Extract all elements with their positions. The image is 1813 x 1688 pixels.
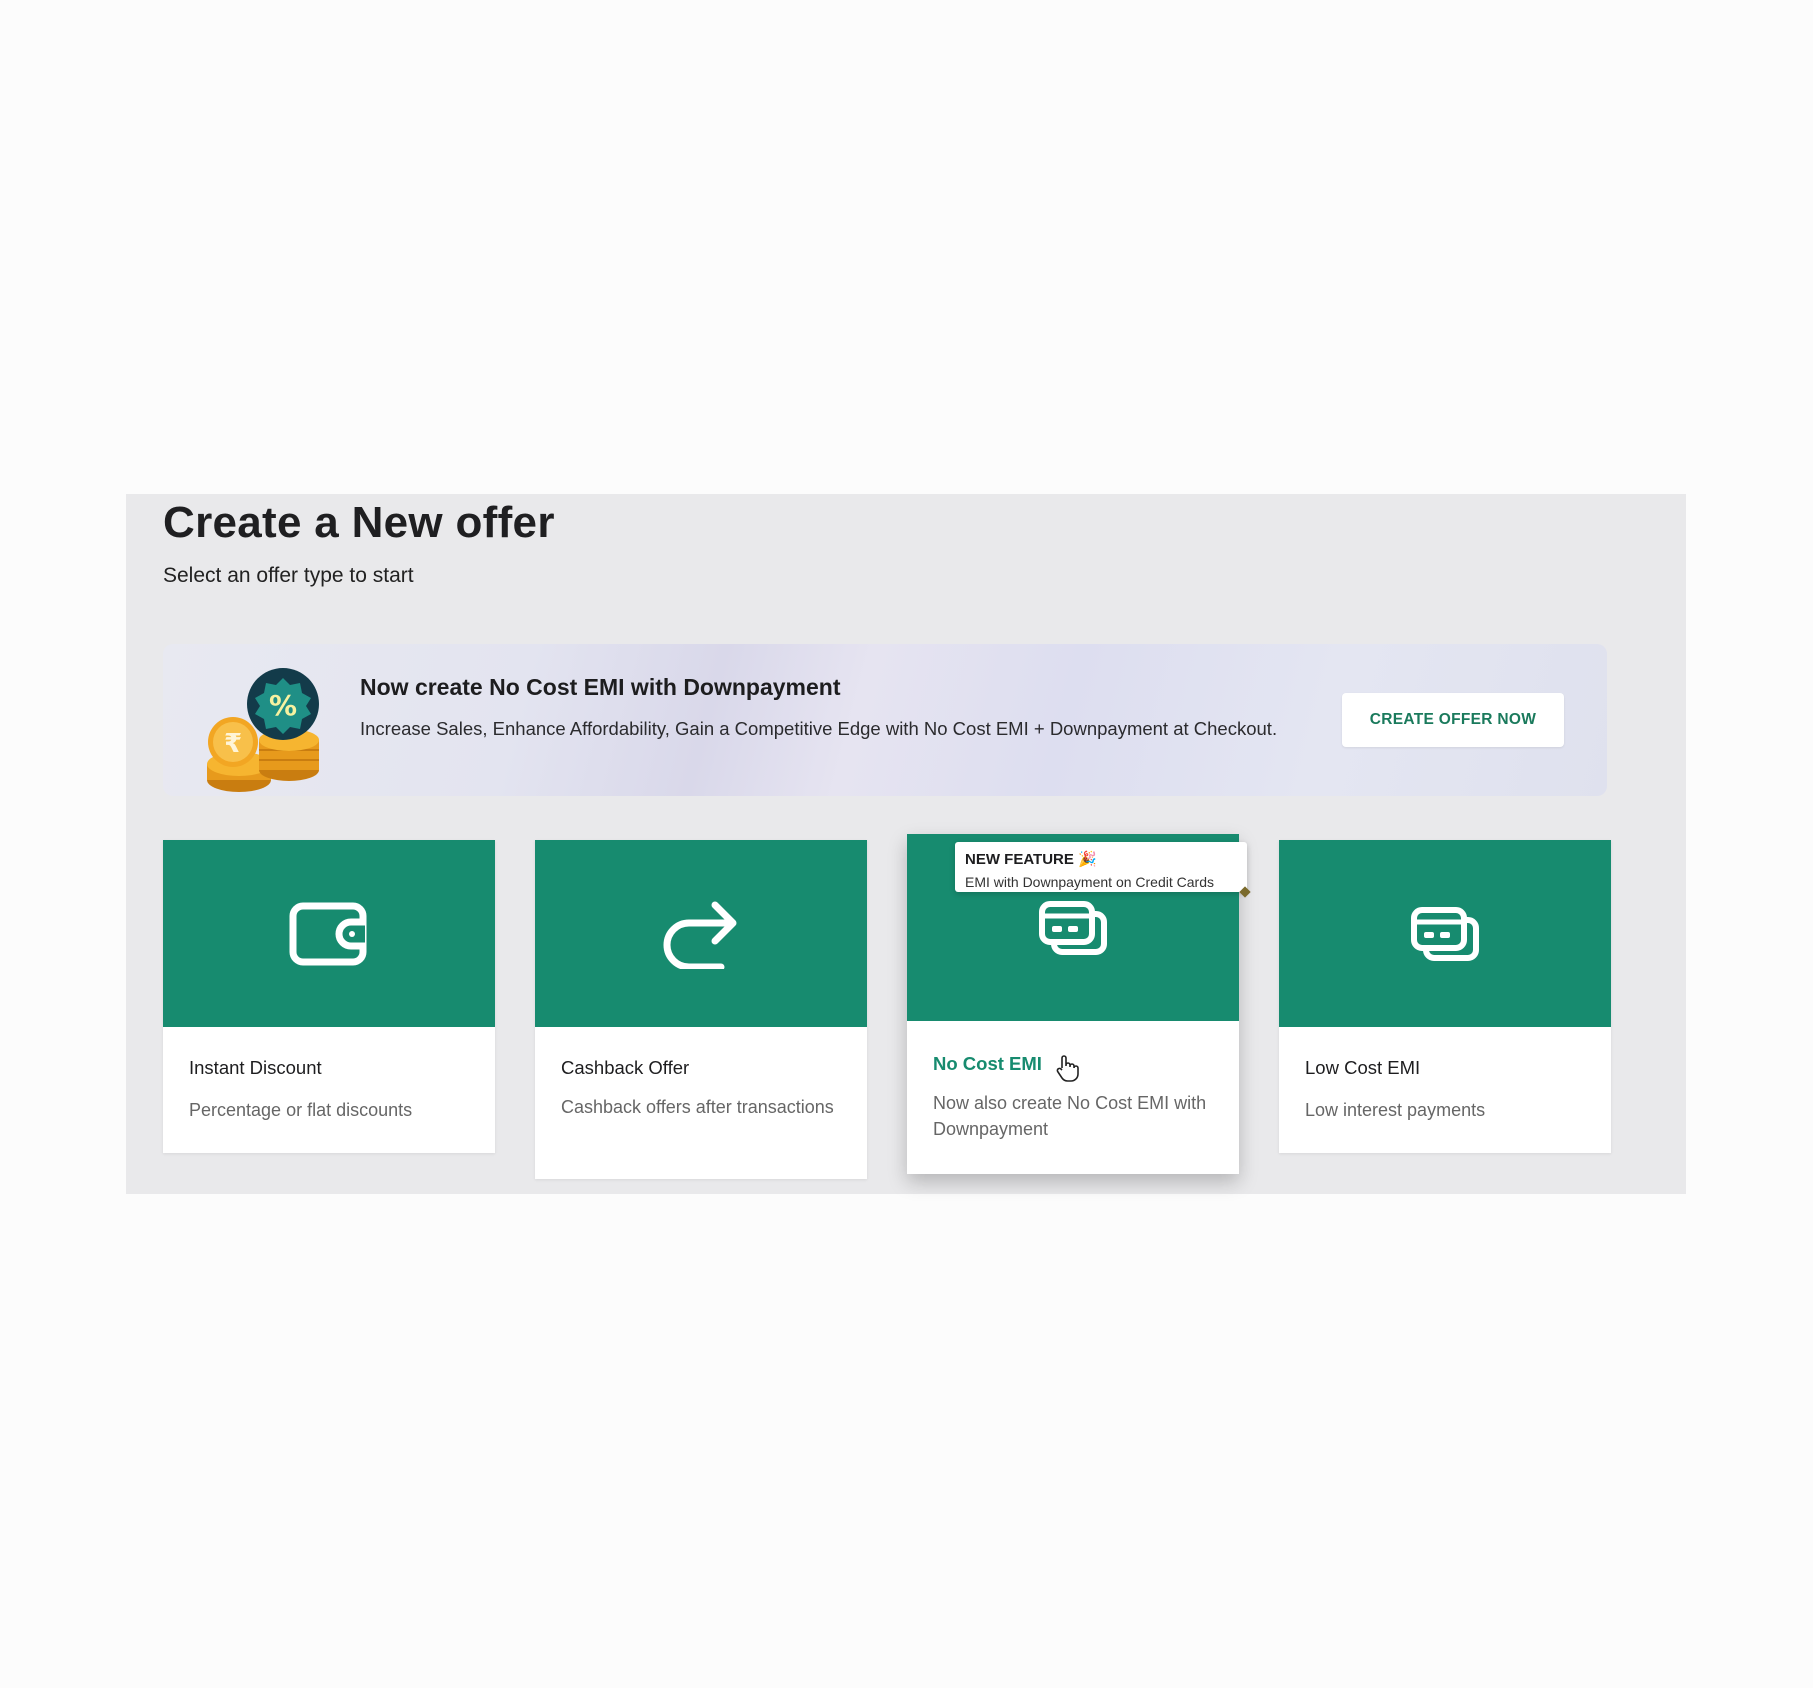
redirect-arrow-icon <box>663 901 737 969</box>
tooltip-description: EMI with Downpayment on Credit Cards <box>965 874 1214 890</box>
card-header <box>535 840 867 1027</box>
page-subtitle: Select an offer type to start <box>163 564 414 587</box>
card-description: Cashback offers after transactions <box>561 1097 834 1117</box>
offer-panel: Create a New offer Select an offer type … <box>126 494 1686 1194</box>
card-title: Instant Discount <box>189 1057 322 1078</box>
banner-title: Now create No Cost EMI with Downpayment <box>360 674 841 700</box>
percent-badge-icon: % <box>247 668 319 740</box>
coin-illustration: ₹ % <box>207 668 319 792</box>
create-offer-now-button[interactable]: CREATE OFFER NOW <box>1342 693 1564 747</box>
svg-text:₹: ₹ <box>224 729 242 759</box>
rupee-coin-icon: ₹ <box>208 717 258 767</box>
card-header <box>1279 840 1611 1027</box>
offer-card-no-cost-emi[interactable]: NEW FEATURE 🎉 EMI with Downpayment on Cr… <box>907 834 1251 1174</box>
svg-text:%: % <box>269 689 297 722</box>
offer-card-instant-discount[interactable]: Instant Discount Percentage or flat disc… <box>163 840 495 1153</box>
tooltip-title: NEW FEATURE 🎉 <box>965 851 1097 868</box>
card-title: Low Cost EMI <box>1305 1057 1421 1078</box>
offer-card-cashback[interactable]: Cashback Offer Cashback offers after tra… <box>535 840 867 1179</box>
tooltip-corner <box>1239 886 1251 898</box>
page-title: Create a New offer <box>163 498 555 547</box>
card-header <box>163 840 495 1027</box>
banner-description: Increase Sales, Enhance Affordability, G… <box>360 718 1278 739</box>
card-description: Percentage or flat discounts <box>189 1100 413 1120</box>
wallet-icon <box>289 902 367 965</box>
offer-card-low-cost-emi[interactable]: Low Cost EMI Low interest payments <box>1279 840 1611 1153</box>
promo-banner: ₹ % Now create No Cost EMI with Downpaym… <box>163 644 1607 796</box>
card-description: Low interest payments <box>1305 1100 1486 1120</box>
card-description: Now also create No Cost EMI with Downpay… <box>933 1093 1207 1139</box>
card-title: No Cost EMI <box>933 1053 1042 1074</box>
hand-cursor-icon <box>1056 1055 1079 1082</box>
new-feature-tooltip: NEW FEATURE 🎉 EMI with Downpayment on Cr… <box>955 842 1251 898</box>
credit-cards-icon <box>1039 900 1107 955</box>
card-title: Cashback Offer <box>561 1057 690 1078</box>
credit-cards-icon <box>1411 906 1479 961</box>
